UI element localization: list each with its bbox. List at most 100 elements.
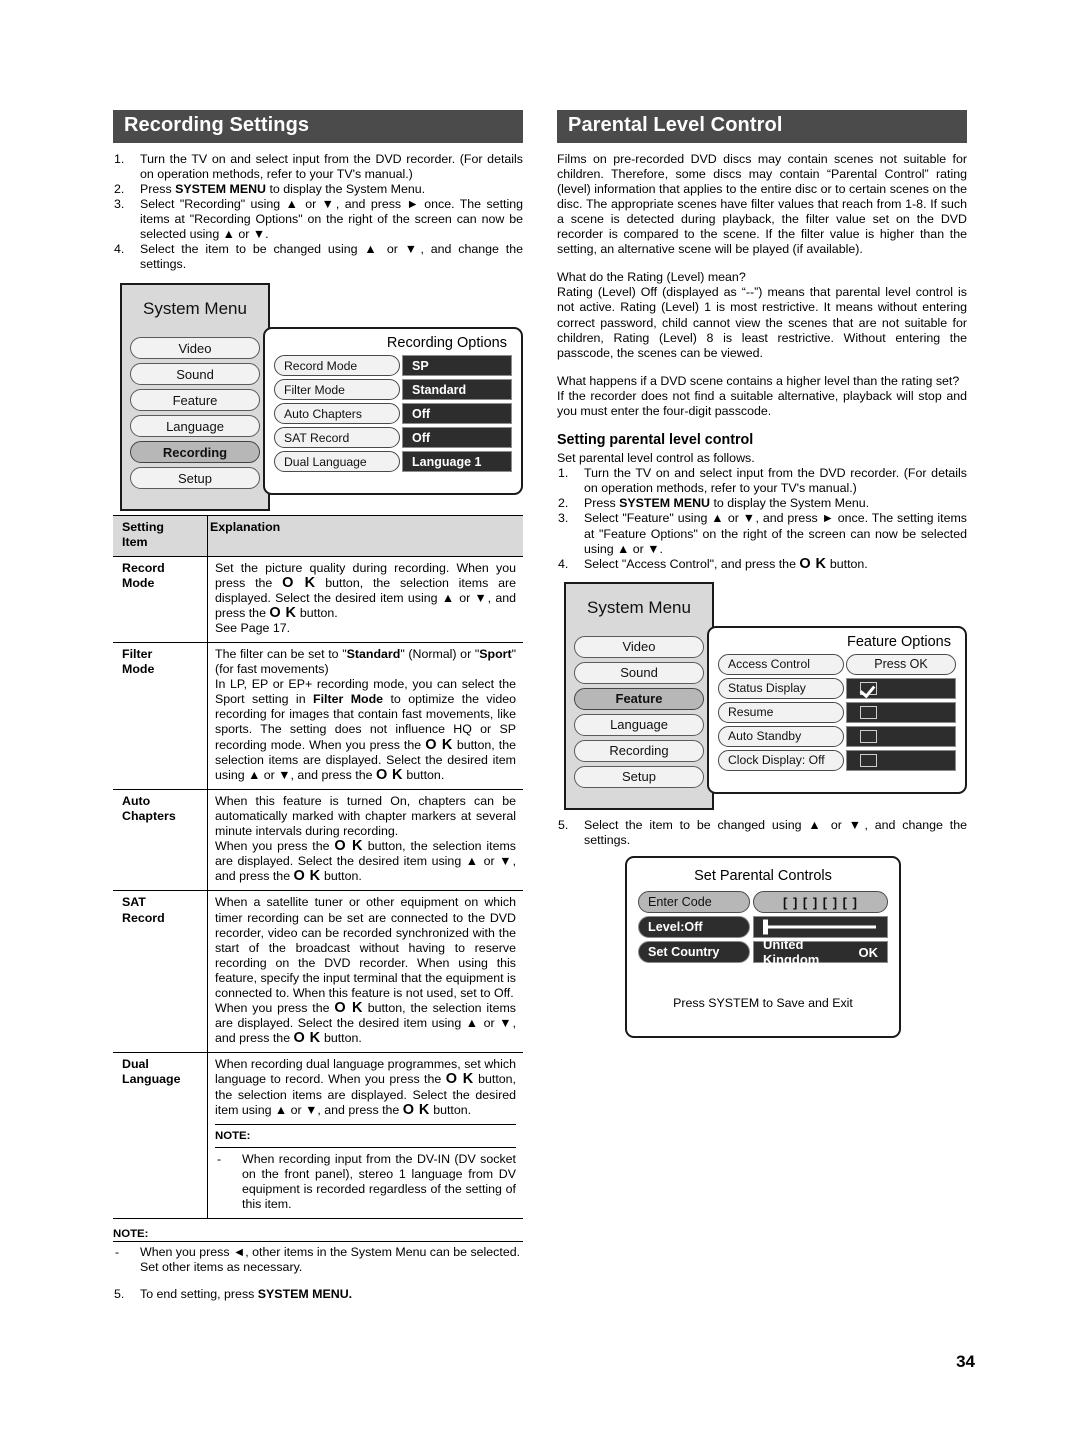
parental-dialog-key[interactable]: Level:Off (638, 916, 750, 939)
checkbox-unchecked-icon[interactable] (860, 729, 877, 743)
feature-option-label: Resume (718, 701, 844, 723)
parental-dialog-key[interactable]: Enter Code (638, 891, 750, 914)
menu-item-sound[interactable]: Sound (574, 661, 704, 684)
menu-item-language[interactable]: Language (574, 713, 704, 736)
recording-steps-list: 1. Turn the TV on and select input from t… (113, 152, 523, 273)
setting-item-line1: Auto (122, 793, 151, 808)
parental-dialog-row[interactable]: Set Country United Kingdom OK (638, 937, 888, 967)
setting-item-line2: Chapters (122, 808, 176, 823)
menu-item-setup[interactable]: Setup (574, 765, 704, 788)
recording-step-text: Press SYSTEM MENU to display the System … (140, 181, 426, 196)
recording-options-panel: Recording Options Record Mode SP Filter Mo… (263, 327, 523, 496)
recording-option-label: SAT Record (274, 427, 400, 449)
feature-option-row[interactable]: Access Control Press OK (718, 653, 956, 675)
setting-parental-intro: Set parental level control as follows. (557, 451, 755, 466)
setting-item-line2: Language (122, 1072, 181, 1087)
table-cell-setting-item: Auto Chapters (113, 788, 208, 891)
rating-question-2: What happens if a DVD scene contains a h… (557, 373, 960, 388)
country-ok-label[interactable]: OK (859, 945, 879, 960)
checkbox-checked-icon[interactable] (860, 681, 877, 695)
inline-note-label: NOTE: (215, 1123, 516, 1144)
th-explanation: Explanation (207, 515, 523, 557)
rating-question-1: What do the Rating (Level) mean? (557, 270, 746, 285)
step5-item: 5. Select the item to be changed using ▲… (557, 818, 967, 848)
recording-step-num: 4. (114, 242, 125, 257)
recording-option-value[interactable]: SP (402, 355, 512, 377)
recording-option-row[interactable]: Auto Chapters Off (274, 403, 512, 425)
country-name: United Kingdom (763, 937, 820, 968)
feature-option-row[interactable]: Status Display (718, 677, 956, 699)
feature-option-checkbox-cell[interactable] (846, 725, 956, 747)
feature-option-row[interactable]: Resume (718, 701, 956, 723)
recording-option-value[interactable]: Standard (402, 379, 512, 401)
table-cell-setting-item: Record Mode (113, 555, 208, 643)
feature-option-row[interactable]: Clock Display: Off (718, 749, 956, 771)
slider-knob[interactable] (763, 919, 768, 935)
menu-item-recording[interactable]: Recording (130, 441, 260, 464)
menu-item-feature[interactable]: Feature (130, 389, 260, 412)
recording-step-text: Select "Recording" using ▲ or ▼, and pre… (140, 196, 523, 242)
setting-item-line2: Mode (122, 575, 155, 590)
menu-item-setup[interactable]: Setup (130, 467, 260, 490)
parental-step-text: Press SYSTEM MENU to display the System … (584, 496, 870, 511)
recording-step-item: 4. Select the item to be changed using ▲ … (113, 242, 523, 272)
parental-dialog-mockup: Set Parental Controls Enter Code[ ] [ ] … (557, 856, 967, 1046)
feature-option-checkbox-cell[interactable] (846, 749, 956, 771)
settings-table: Setting Item Explanation Record Mode Set t… (113, 515, 523, 1220)
recording-menu-mockup: System Menu Video Sound Feature Language Rec… (113, 279, 523, 512)
explanation-text: When recording dual language programmes,… (215, 1057, 517, 1118)
parental-step-item: 1. Turn the TV on and select input from t… (557, 466, 967, 496)
table-cell-setting-item: Dual Language (113, 1052, 208, 1220)
bottom-note-label: NOTE: (113, 1228, 523, 1243)
checkbox-unchecked-icon[interactable] (860, 753, 877, 767)
menu-item-label: Setup (622, 769, 656, 785)
feature-options-panel: Feature Options Access Control Press OK St… (707, 625, 967, 794)
parental-country-value[interactable]: United Kingdom OK (753, 937, 888, 967)
parental-dialog-row[interactable]: Enter Code[ ] [ ] [ ] [ ] (638, 891, 888, 914)
menu-item-label: Recording (609, 743, 669, 759)
parental-dialog-row[interactable]: Level:Off (638, 916, 888, 939)
inline-note-dash: - (217, 1151, 222, 1166)
recording-option-label: Dual Language (274, 451, 400, 473)
parental-code-value[interactable]: [ ] [ ] [ ] [ ] (753, 891, 888, 914)
recording-option-row[interactable]: Dual Language Language 1 (274, 451, 512, 473)
final-step-list: 5. To end setting, press SYSTEM MENU. (113, 1287, 523, 1302)
menu-item-language[interactable]: Language (130, 415, 260, 438)
feature-option-value[interactable]: Press OK (846, 653, 956, 675)
menu-item-video[interactable]: Video (574, 635, 704, 658)
manual-page: Recording Settings 1. Turn the TV on and … (0, 0, 1080, 1446)
recording-option-row[interactable]: Record Mode SP (274, 355, 512, 377)
recording-option-value[interactable]: Off (402, 403, 512, 425)
menu-item-label: Language (610, 717, 668, 733)
recording-option-value[interactable]: Language 1 (402, 451, 512, 473)
step5-text: Select the item to be changed using ▲ or… (584, 817, 968, 847)
feature-option-checkbox-cell[interactable] (846, 701, 956, 723)
menu-item-label: Video (178, 340, 212, 356)
feature-option-row[interactable]: Auto Standby (718, 725, 956, 747)
recording-step-num: 1. (114, 151, 125, 166)
parental-step-text: Select "Access Control", and press the O… (584, 555, 868, 572)
menu-item-label: Feature (615, 691, 663, 707)
slider-body[interactable] (754, 917, 887, 937)
recording-option-value[interactable]: Off (402, 427, 512, 449)
menu-item-label: Sound (176, 366, 214, 382)
checkbox-unchecked-icon[interactable] (860, 705, 877, 719)
setting-item-line2: Mode (122, 662, 155, 677)
menu-item-sound[interactable]: Sound (130, 363, 260, 386)
setting-item-line1: Dual (122, 1057, 149, 1072)
parental-level-slider[interactable] (753, 916, 888, 939)
table-row: Auto Chapters When this feature is turned … (113, 788, 523, 891)
feature-option-checkbox-cell[interactable] (846, 677, 956, 699)
inline-note-text: When recording input from the DV-IN (DV … (242, 1151, 516, 1212)
recording-option-row[interactable]: SAT Record Off (274, 427, 512, 449)
final-step-num: 5. (114, 1287, 125, 1302)
menu-item-recording[interactable]: Recording (574, 739, 704, 762)
parental-dialog-title: Set Parental Controls (694, 868, 832, 885)
menu-item-video[interactable]: Video (130, 337, 260, 360)
menu-item-feature[interactable]: Feature (574, 687, 704, 710)
system-menu-title: System Menu (143, 299, 247, 319)
recording-options-title: Recording Options (386, 335, 507, 352)
recording-option-row[interactable]: Filter Mode Standard (274, 379, 512, 401)
parental-dialog-key[interactable]: Set Country (638, 941, 750, 964)
recording-step-num: 2. (114, 181, 125, 196)
